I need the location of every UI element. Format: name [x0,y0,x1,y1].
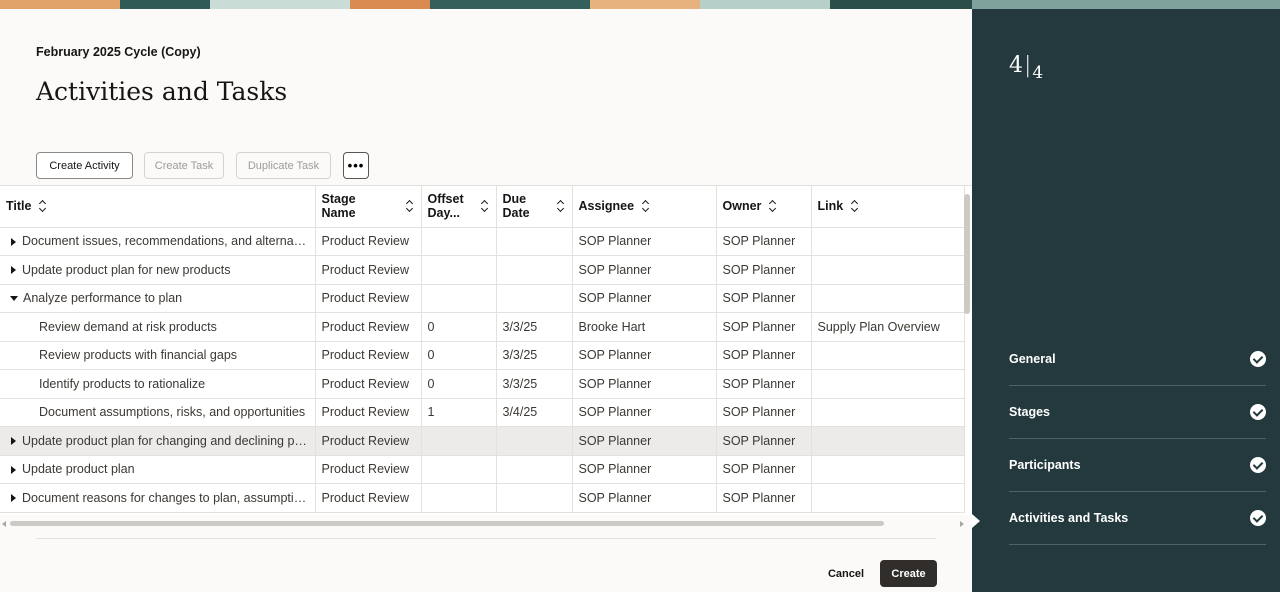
column-header-offset-days[interactable]: Offset Day... [421,186,497,228]
sort-icon[interactable] [769,200,778,212]
current-step-marker-icon [972,514,980,528]
step-stages[interactable]: Stages [1009,386,1266,439]
expand-icon[interactable] [11,465,16,474]
table-row[interactable]: Review products with financial gaps Prod… [0,341,965,370]
sort-icon[interactable] [642,200,651,212]
column-header-title[interactable]: Title [0,186,316,228]
step-general[interactable]: General [1009,333,1266,386]
page-title: Activities and Tasks [36,77,288,106]
check-circle-icon [1250,457,1266,473]
create-task-button[interactable]: Create Task [144,152,224,179]
horizontal-scrollbar[interactable] [10,521,884,526]
expand-icon[interactable] [11,494,16,503]
sort-icon[interactable] [851,200,860,212]
step-participants[interactable]: Participants [1009,439,1266,492]
sort-icon[interactable] [406,200,415,212]
table-row[interactable]: Analyze performance to plan Product Revi… [0,284,965,313]
create-activity-button[interactable]: Create Activity [36,152,133,179]
table-row[interactable]: Identify products to rationalize Product… [0,369,965,399]
vertical-scrollbar[interactable] [964,194,970,314]
table-row[interactable]: Update product plan for new products Pro… [0,255,965,285]
column-header-stage-name[interactable]: Stage Name [315,186,422,228]
table-row[interactable]: Document issues, recommendations, and al… [0,227,965,256]
more-actions-button[interactable]: ••• [343,152,369,179]
column-header-assignee[interactable]: Assignee [572,186,717,228]
footer-divider [36,538,936,539]
collapse-icon[interactable] [10,296,18,302]
table-row[interactable]: Update product plan Product Review SOP P… [0,455,965,484]
scroll-left-icon[interactable] [2,521,6,527]
step-counter: 4|4 [1009,53,1044,83]
decorative-banner [0,0,1280,9]
table-header-row: Title Stage Name Offset Day... Due Date … [0,186,965,228]
progress-sidebar: 4|4 General Stages Participants Activiti… [972,9,1280,592]
check-circle-icon [1250,404,1266,420]
separator: | [1024,53,1032,78]
table-row[interactable]: Document assumptions, risks, and opportu… [0,398,965,427]
duplicate-task-button[interactable]: Duplicate Task [236,152,331,179]
table-row[interactable]: Review demand at risk products Product R… [0,312,965,342]
tasks-table: Title Stage Name Offset Day... Due Date … [0,185,972,515]
column-header-owner[interactable]: Owner [716,186,812,228]
link-cell[interactable]: Supply Plan Overview [811,312,965,342]
table-row[interactable]: Document reasons for changes to plan, as… [0,483,965,513]
sort-icon[interactable] [481,200,490,212]
column-header-due-date[interactable]: Due Date [496,186,573,228]
step-list: General Stages Participants Activities a… [1009,333,1266,545]
step-activities-and-tasks[interactable]: Activities and Tasks [1009,492,1266,545]
cancel-button[interactable]: Cancel [820,561,872,587]
sort-icon[interactable] [39,200,48,212]
cycle-name: February 2025 Cycle (Copy) [36,45,201,59]
column-header-link[interactable]: Link [811,186,965,228]
table-row-hovered[interactable]: Update product plan for changing and dec… [0,426,965,456]
expand-icon[interactable] [11,266,16,275]
create-button[interactable]: Create [880,560,937,587]
check-circle-icon [1250,351,1266,367]
scroll-right-icon[interactable] [960,521,964,527]
check-circle-icon [1250,510,1266,526]
expand-icon[interactable] [11,437,16,446]
sort-icon[interactable] [557,200,566,212]
expand-icon[interactable] [11,237,16,246]
